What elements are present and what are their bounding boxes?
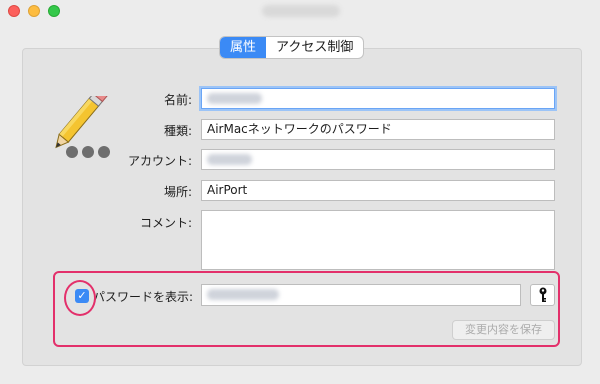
where-label: 場所: [163,185,192,199]
close-window-button[interactable] [8,5,20,17]
name-field[interactable] [201,88,555,109]
account-label: アカウント: [127,154,192,168]
title-bar [0,0,600,22]
comment-textarea[interactable] [201,210,555,270]
account-value-blurred [207,154,252,165]
tab-bar: 属性 アクセス制御 [220,37,364,58]
window-title-blurred [262,5,340,17]
comment-label: コメント: [139,216,192,230]
tab-attributes[interactable]: 属性 [220,37,267,58]
highlight-box [53,271,560,347]
account-field[interactable] [201,149,555,170]
tab-access-control[interactable]: アクセス制御 [266,37,363,58]
minimize-window-button[interactable] [28,5,40,17]
highlight-circle [64,280,96,316]
name-value-blurred [207,93,262,104]
kind-field[interactable]: AirMacネットワークのパスワード [201,119,555,140]
name-label: 名前: [163,93,192,107]
zoom-window-button[interactable] [48,5,60,17]
kind-label: 種類: [163,124,192,138]
where-field[interactable]: AirPort [201,180,555,201]
